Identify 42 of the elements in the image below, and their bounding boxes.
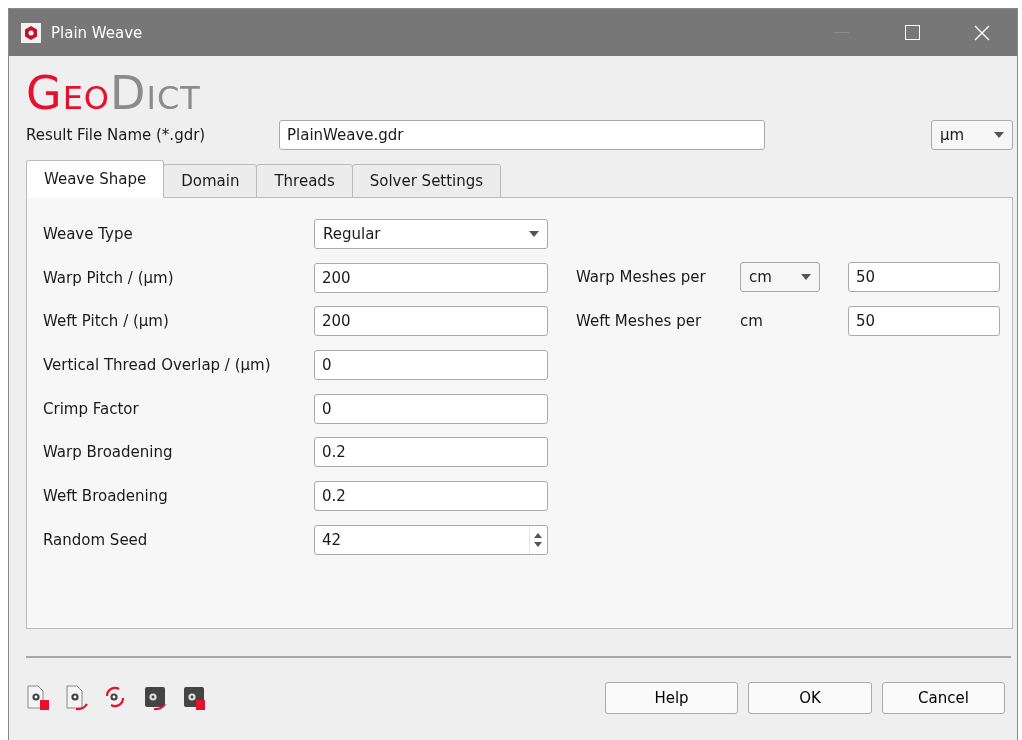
input-field[interactable]: 0 <box>314 350 548 381</box>
input-field[interactable]: 200 <box>314 306 548 337</box>
close-icon[interactable] <box>974 24 990 41</box>
unit-label: cm <box>740 311 764 330</box>
unit-dropdown[interactable]: µm <box>931 120 1013 150</box>
input-field[interactable]: 200 <box>314 262 548 293</box>
dropdown-arrow-icon <box>994 132 1004 138</box>
maximize-icon[interactable] <box>904 25 920 40</box>
window-title: Plain Weave <box>51 23 144 42</box>
input-field[interactable]: 0 <box>314 393 548 424</box>
field-label: Crimp Factor <box>43 399 140 418</box>
weave-type-dropdown[interactable]: Regular <box>314 219 548 249</box>
dropdown-arrow-icon <box>801 274 811 280</box>
dark-gear-arrow-icon[interactable] <box>143 684 169 712</box>
field-label: Random Seed <box>43 530 149 549</box>
dialog-button[interactable]: OK <box>748 682 872 714</box>
dialog-button[interactable]: Cancel <box>882 682 1005 714</box>
input-field[interactable]: 50 <box>848 305 1000 336</box>
tab[interactable]: Weave Shape <box>26 160 165 198</box>
field-label: Weft Broadening <box>43 487 169 506</box>
dark-gear-save-icon[interactable] <box>182 684 208 712</box>
logo: GeoDict <box>26 66 201 120</box>
input-field[interactable]: 0.2 <box>314 481 548 512</box>
field-label: Weft Meshes per <box>576 311 703 330</box>
input-field[interactable]: 0.2 <box>314 437 548 468</box>
mesh-unit-dropdown[interactable]: cm <box>740 262 820 292</box>
gear-document-save-icon[interactable] <box>26 684 52 712</box>
field-label: Warp Meshes per <box>576 268 707 286</box>
tab[interactable]: Solver Settings <box>351 164 502 198</box>
field-label: Warp Pitch / (µm) <box>43 268 175 287</box>
number-spin-field[interactable]: 42 <box>314 524 548 555</box>
field-label: Warp Broadening <box>43 443 174 462</box>
dialog-button[interactable]: Help <box>605 682 738 714</box>
field-label: Weft Pitch / (µm) <box>43 312 170 331</box>
result-file-label: Result File Name (*.gdr) <box>26 126 207 144</box>
field-label: Vertical Thread Overlap / (µm) <box>43 356 272 375</box>
result-file-input[interactable]: PlainWeave.gdr <box>279 120 765 150</box>
dropdown-arrow-icon <box>529 231 539 237</box>
field-label: Weave Type <box>43 225 134 243</box>
input-field[interactable]: 50 <box>848 262 1000 292</box>
app-logo-icon <box>21 22 41 43</box>
gear-document-arrow-icon[interactable] <box>65 684 91 712</box>
